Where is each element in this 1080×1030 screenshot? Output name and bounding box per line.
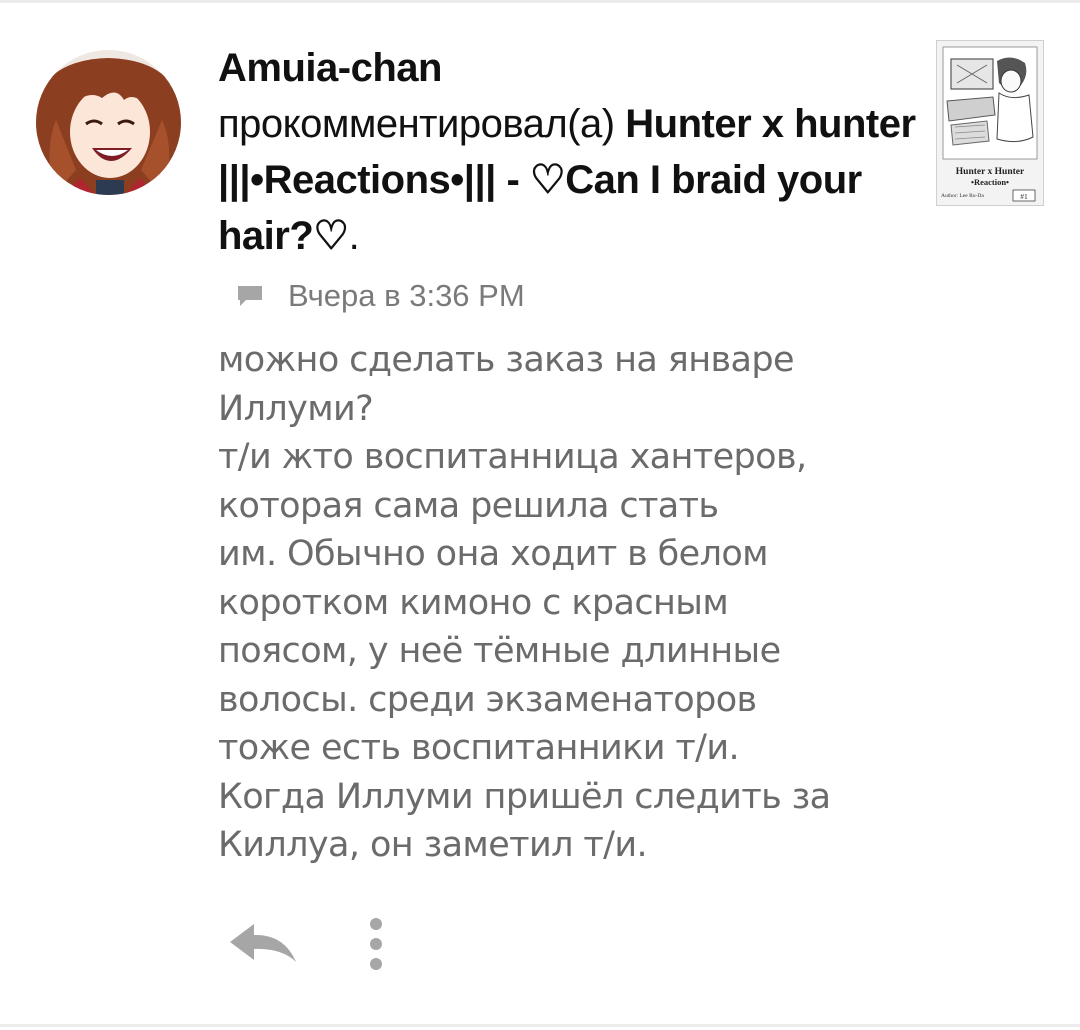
top-divider xyxy=(0,0,1080,3)
thumbnail-image: Hunter x Hunter •Reaction• Author: Lee R… xyxy=(937,41,1043,205)
thumbnail-number: #1 xyxy=(1020,192,1028,201)
reply-button[interactable] xyxy=(226,916,300,972)
comment-icon xyxy=(236,284,264,308)
comment-body: можно сделать заказ на январе Иллуми? т/… xyxy=(218,340,831,865)
more-vertical-icon xyxy=(370,918,382,970)
bottom-divider xyxy=(0,1024,1080,1027)
post-thumbnail[interactable]: Hunter x Hunter •Reaction• Author: Lee R… xyxy=(936,40,1044,206)
thumbnail-author: Author: Lee Ru-Da xyxy=(941,193,984,199)
title-period: . xyxy=(348,214,360,258)
comment-meta: Вчера в 3:36 PM xyxy=(236,272,525,320)
user-avatar[interactable] xyxy=(36,50,181,195)
thumbnail-title-line1: Hunter x Hunter xyxy=(956,167,1025,177)
more-options-button[interactable] xyxy=(356,912,396,978)
comment-header: Amuia-chan прокомментировал(а) Hunter x … xyxy=(218,40,918,264)
action-text: прокомментировал(а) xyxy=(218,102,615,146)
username[interactable]: Amuia-chan xyxy=(218,40,918,96)
timestamp: Вчера в 3:36 PM xyxy=(288,278,525,313)
reply-arrow-icon xyxy=(230,924,296,962)
avatar-image xyxy=(36,50,181,195)
thumbnail-title-line2: •Reaction• xyxy=(971,177,1009,187)
